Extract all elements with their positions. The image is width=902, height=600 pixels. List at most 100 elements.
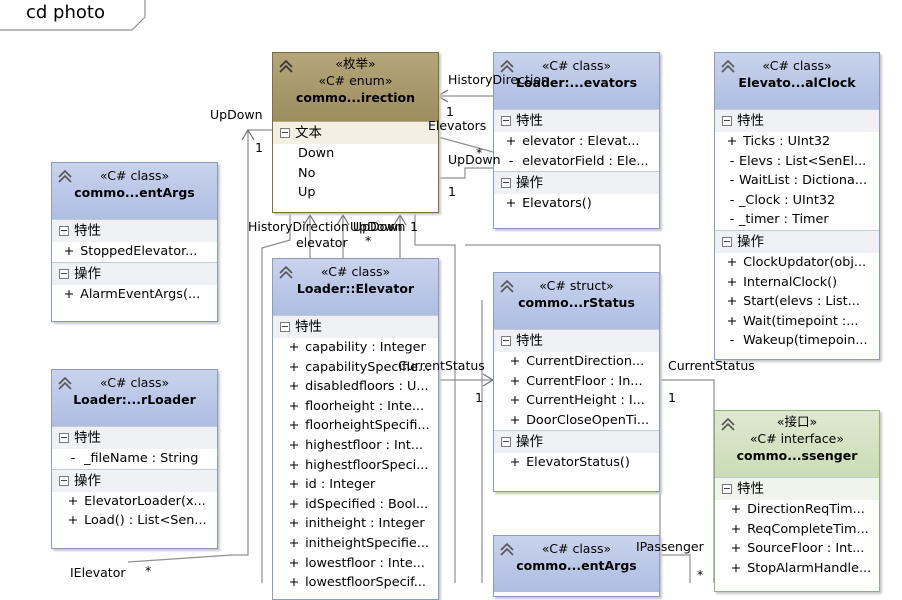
stereotype-label: «C# struct» <box>539 278 614 293</box>
collapse-box-icon[interactable] <box>722 236 732 247</box>
collapse-box-icon[interactable] <box>59 226 69 236</box>
role-label-current-status: CurrentStatus <box>398 358 485 373</box>
operation-row: + Start(elevs : List... <box>726 294 860 310</box>
enum-direction-box[interactable]: «枚举» «C# enum» commo...irection 文本 Down … <box>272 52 439 213</box>
collapse-chevron-icon[interactable] <box>58 376 72 390</box>
attributes-section-header[interactable]: 特性 <box>273 315 438 338</box>
stereotype-label: «C# class» <box>762 58 832 73</box>
diagram-title: cd photo <box>26 2 105 23</box>
multiplicity-label: * <box>365 233 372 248</box>
link-updown-right <box>438 167 493 179</box>
class-header[interactable]: «接口» «C# interface» commo...ssenger <box>715 411 879 477</box>
enum-literal: Down <box>298 146 335 161</box>
operations-section-header[interactable]: 操作 <box>494 171 659 195</box>
role-label-elevators: Elevators <box>428 118 487 133</box>
attribute-row: + elevator : Elevat... <box>505 134 640 149</box>
stereotype-label: «C# class» <box>99 168 170 183</box>
multiplicity-label: 1 <box>255 140 263 155</box>
collapse-chevron-icon[interactable] <box>500 542 514 556</box>
operation-row: + InternalClock() <box>726 274 838 290</box>
class-header[interactable]: «C# class» Elevato...alClock <box>715 53 879 109</box>
collapse-chevron-icon[interactable] <box>721 59 735 73</box>
attribute-row: + SourceFloor : Int... <box>730 541 865 557</box>
collapse-box-icon[interactable] <box>501 336 511 346</box>
role-label-history-direction: HistoryDirection <box>448 72 549 87</box>
role-label-updown: UpDown <box>350 219 403 234</box>
collapse-chevron-icon[interactable] <box>279 59 293 73</box>
class-loader-elevator[interactable]: «C# class» Loader::Elevator 特性 + capabil… <box>272 258 439 600</box>
operations-section-header[interactable]: 操作 <box>494 430 659 454</box>
role-label-elevator: elevator <box>296 235 348 250</box>
multiplicity-label: * <box>697 567 704 582</box>
operation-row: + Wait(timepoint :... <box>726 313 859 329</box>
operations-section-header[interactable]: 操作 <box>52 468 217 492</box>
collapse-chevron-icon[interactable] <box>500 59 514 73</box>
role-label-updown: UpDown <box>210 107 263 122</box>
attribute-row: + CurrentFloor : In... <box>509 373 643 389</box>
class-header[interactable]: «C# class» commo...entArgs <box>494 536 659 592</box>
class-header[interactable]: «C# class» Loader::Elevator <box>273 259 438 315</box>
collapse-box-icon[interactable] <box>501 116 511 126</box>
class-alarm-event-args[interactable]: «C# class» commo...entArgs 特性 + StoppedE… <box>51 162 218 322</box>
interface-passenger[interactable]: «接口» «C# interface» commo...ssenger 特性 +… <box>714 410 880 592</box>
attribute-row: + id : Integer <box>288 477 376 493</box>
collapse-chevron-icon[interactable] <box>500 279 514 293</box>
stereotype-label: «C# enum» <box>318 73 393 88</box>
collapse-box-icon[interactable] <box>59 433 69 443</box>
attribute-row: - elevatorField : Ele... <box>508 153 649 169</box>
collapse-box-icon[interactable] <box>59 475 69 486</box>
attribute-row: + lowestfloor : Inte... <box>288 555 425 571</box>
attributes-section-header[interactable]: 特性 <box>715 477 879 500</box>
collapse-box-icon[interactable] <box>722 116 732 126</box>
enum-name: commo...irection <box>296 90 415 105</box>
collapse-box-icon[interactable] <box>59 268 69 279</box>
attributes-section-header[interactable]: 特性 <box>52 219 217 242</box>
class-request-event-args[interactable]: «C# class» commo...entArgs <box>493 535 660 597</box>
collapse-chevron-icon[interactable] <box>279 265 293 279</box>
attribute-row: + idSpecified : Bool... <box>288 496 429 512</box>
attribute-row: + floorheight : Inte... <box>288 398 425 414</box>
multiplicity-label: 1 <box>446 104 454 119</box>
class-internal-clock[interactable]: «C# class» Elevato...alClock 特性 + Ticks … <box>714 52 880 360</box>
operation-row: + ElevatorStatus() <box>509 455 630 471</box>
operations-section-header[interactable]: 操作 <box>52 261 217 285</box>
class-header[interactable]: «C# class» commo...entArgs <box>52 163 217 219</box>
operation-row: + Load() : List<Sen... <box>67 513 207 529</box>
stereotype-label: «枚举» <box>335 56 376 71</box>
collapse-box-icon[interactable] <box>280 128 290 138</box>
class-header[interactable]: «C# class» Loader:...rLoader <box>52 370 217 426</box>
attributes-section-header[interactable]: 特性 <box>494 329 659 352</box>
stereotype-label: «C# class» <box>99 375 170 390</box>
class-elevator-loader[interactable]: «C# class» Loader:...rLoader 特性 - _fileN… <box>51 369 218 549</box>
class-name: Loader:...rLoader <box>73 392 196 407</box>
section-header[interactable]: 文本 <box>273 121 438 144</box>
attribute-row: + CurrentHeight : I... <box>509 393 645 409</box>
attribute-row: - _fileName : String <box>70 451 199 466</box>
collapse-box-icon[interactable] <box>501 437 511 448</box>
collapse-box-icon[interactable] <box>722 484 732 494</box>
attributes-section-header[interactable]: 特性 <box>715 109 879 132</box>
operations-section-header[interactable]: 操作 <box>715 229 879 253</box>
multiplicity-label: 1 <box>475 390 483 405</box>
attribute-row: - WaitList : Dictiona... <box>729 173 868 189</box>
class-header[interactable]: «C# struct» commo...rStatus <box>494 273 659 329</box>
attribute-row: + DirectionReqTim... <box>730 502 865 517</box>
collapse-box-icon[interactable] <box>280 322 290 332</box>
attribute-row: + StoppedElevator... <box>63 244 198 259</box>
enum-direction-header[interactable]: «枚举» «C# enum» commo...irection <box>273 53 438 121</box>
attribute-row: + disabledfloors : U... <box>288 379 429 395</box>
collapse-chevron-icon[interactable] <box>58 169 72 183</box>
enum-literal: Up <box>298 185 316 201</box>
attribute-row: - _Clock : UInt32 <box>729 192 836 208</box>
collapse-box-icon[interactable] <box>501 178 511 189</box>
operation-row: + Elevators() <box>505 196 592 212</box>
struct-elevator-status[interactable]: «C# struct» commo...rStatus 特性 + Current… <box>493 272 660 492</box>
attribute-row: + initheightSpecifie... <box>288 535 429 551</box>
multiplicity-label: * <box>145 563 152 578</box>
collapse-chevron-icon[interactable] <box>721 417 735 431</box>
attribute-row: + StopAlarmHandle... <box>730 560 872 576</box>
attribute-row: + capability : Integer <box>288 340 426 355</box>
attributes-section-header[interactable]: 特性 <box>52 426 217 449</box>
attribute-row: + DoorCloseOpenTi... <box>509 412 650 428</box>
attributes-section-header[interactable]: 特性 <box>494 109 659 132</box>
